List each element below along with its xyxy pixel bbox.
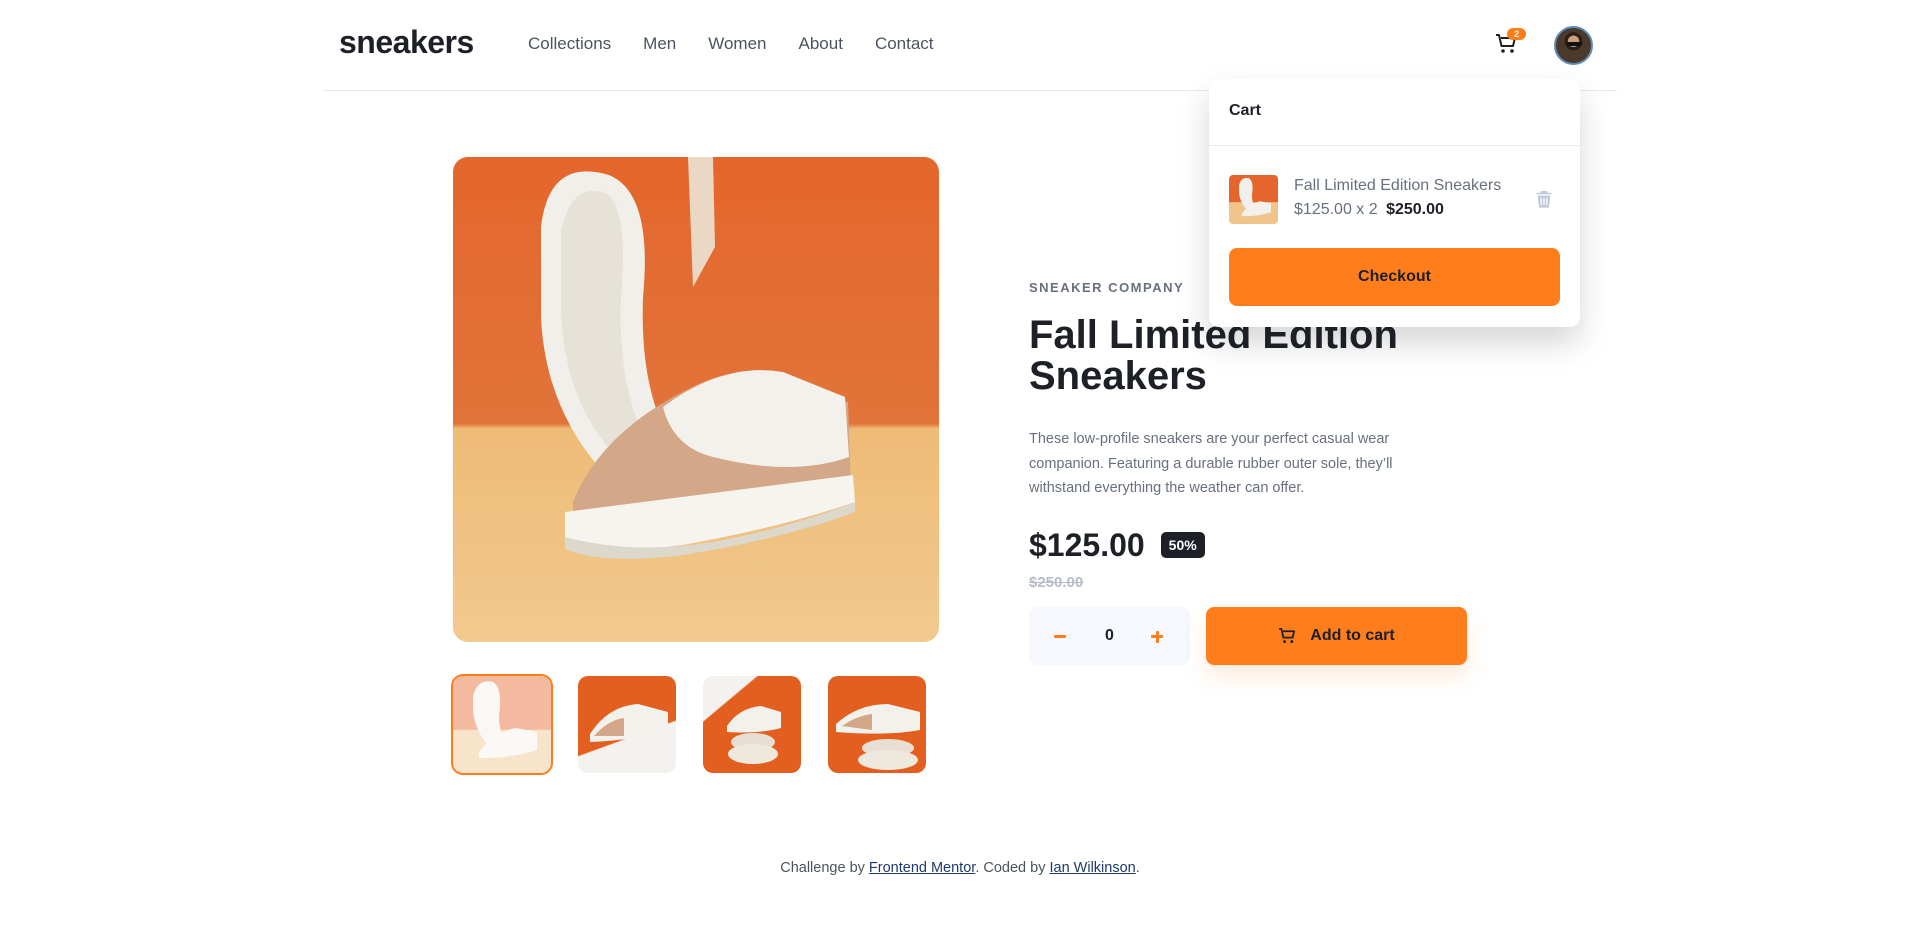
cart-item-shoe <box>1239 177 1271 217</box>
nav-contact[interactable]: Contact <box>875 34 934 54</box>
sneaker-illustration <box>541 157 855 559</box>
thumbnail-2[interactable] <box>578 676 676 773</box>
price-row: $125.00 50% <box>1029 527 1475 564</box>
footer-suffix: . <box>1135 860 1140 876</box>
logo[interactable]: sneakers <box>339 24 474 61</box>
author-link[interactable]: Ian Wilkinson <box>1049 860 1135 876</box>
plus-icon[interactable] <box>1150 628 1166 644</box>
frontend-mentor-link[interactable]: Frontend Mentor <box>869 860 975 876</box>
main-nav: Collections Men Women About Contact <box>528 34 934 54</box>
cart-item-total: $250.00 <box>1386 201 1444 218</box>
thumbnail-1-shoe <box>473 681 537 758</box>
product-description: These low-profile sneakers are your perf… <box>1029 431 1393 496</box>
attribution-footer: Challenge by Frontend Mentor. Coded by I… <box>0 860 1920 876</box>
discount-badge: 50% <box>1160 532 1205 558</box>
original-price: $250.00 <box>1029 573 1084 591</box>
cart-item-price-line: $125.00 x 2 $250.00 <box>1294 201 1444 219</box>
product-title: Fall Limited Edition Sneakers <box>1029 313 1398 398</box>
minus-icon[interactable] <box>1053 628 1069 644</box>
nav-men[interactable]: Men <box>643 34 676 54</box>
cart-item: Fall Limited Edition Sneakers $125.00 x … <box>1229 175 1560 224</box>
thumbnail-1[interactable] <box>451 674 553 775</box>
quantity-value: 0 <box>1105 627 1114 644</box>
cart-item-unit-price: $125.00 x 2 <box>1294 201 1378 218</box>
thumbnail-4[interactable] <box>828 676 926 773</box>
cart-icon <box>1279 628 1296 644</box>
product-main-image[interactable] <box>453 157 939 642</box>
add-to-cart-button[interactable]: Add to cart <box>1206 607 1467 665</box>
trash-icon[interactable] <box>1536 189 1552 209</box>
cart-item-thumbnail <box>1229 175 1278 224</box>
footer-middle: . Coded by <box>975 860 1050 876</box>
thumbnail-2-shoe <box>590 704 668 742</box>
site-header: sneakers Collections Men Women About Con… <box>323 0 1617 91</box>
cart-item-name: Fall Limited Edition Sneakers <box>1294 177 1502 194</box>
purchase-actions: 0 Add to cart <box>1029 607 1467 665</box>
cart-dropdown: Cart Fall Limited Edition Sneakers $125.… <box>1209 79 1580 327</box>
nav-women[interactable]: Women <box>708 34 766 54</box>
footer-prefix: Challenge by <box>780 860 869 876</box>
cart-title: Cart <box>1209 79 1580 146</box>
thumbnail-4-shoe <box>836 704 920 770</box>
thumbnail-3-shoe <box>727 706 781 764</box>
checkout-button[interactable]: Checkout <box>1229 248 1560 306</box>
add-to-cart-label: Add to cart <box>1310 627 1395 644</box>
avatar[interactable] <box>1554 26 1593 65</box>
quantity-stepper: 0 <box>1029 607 1190 665</box>
thumbnail-gallery <box>451 674 926 775</box>
cart-button[interactable]: 2 <box>1495 28 1526 56</box>
cart-count-badge: 2 <box>1507 28 1526 40</box>
nav-collections[interactable]: Collections <box>528 34 611 54</box>
nav-about[interactable]: About <box>799 34 843 54</box>
thumbnail-3[interactable] <box>703 676 801 773</box>
current-price: $125.00 <box>1029 526 1145 563</box>
